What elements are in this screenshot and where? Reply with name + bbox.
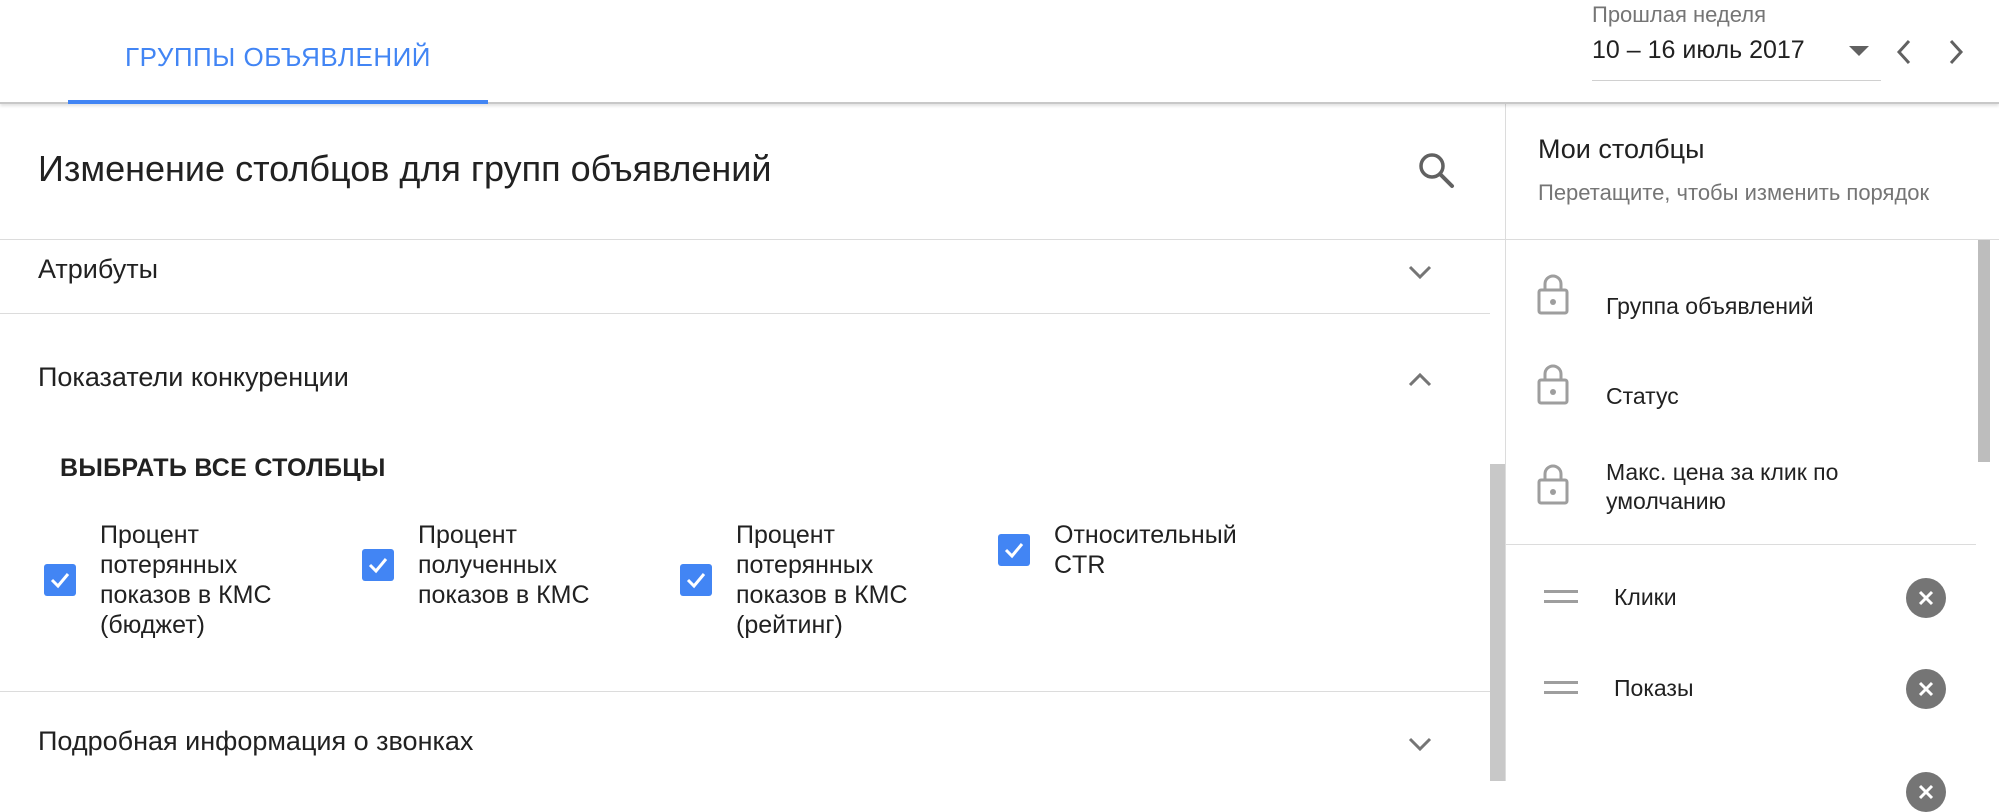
section-competitive-metrics[interactable]: Показатели конкуренции <box>0 314 1490 414</box>
checkbox-checked[interactable] <box>680 564 712 596</box>
checkbox-lost-impressions-budget[interactable]: Процент потерянных показов в КМС (бюджет… <box>44 520 310 640</box>
tab-ad-groups-label: ГРУППЫ ОБЪЯВЛЕНИЙ <box>124 41 431 72</box>
chevron-down-icon <box>1408 737 1432 752</box>
checkbox-checked[interactable] <box>362 549 394 581</box>
checkbox-label: Процент потерянных показов в КМС (бюджет… <box>100 521 272 639</box>
checkbox-relative-ctr[interactable]: Относительный CTR <box>998 520 1264 580</box>
date-range-value: 10 – 16 июль 2017 <box>1592 36 1805 64</box>
checkbox-label: Процент потерянных показов в КМС (рейтин… <box>736 521 908 639</box>
selected-column-clicks[interactable]: Клики <box>1506 574 1976 644</box>
previous-period-button[interactable] <box>1884 30 1924 74</box>
column-editor-panel: Изменение столбцов для групп объявлений … <box>0 104 1505 781</box>
drag-handle-icon[interactable] <box>1544 681 1578 695</box>
chevron-down-icon <box>1408 265 1432 280</box>
my-columns-subtitle: Перетащите, чтобы изменить порядок <box>1538 180 1930 205</box>
remove-column-button[interactable] <box>1906 578 1946 618</box>
chevron-left-icon <box>1896 39 1911 65</box>
checkmark-icon <box>368 558 388 574</box>
remove-column-button[interactable] <box>1906 669 1946 709</box>
checkmark-icon <box>1004 543 1024 559</box>
my-columns-divider <box>1506 239 1999 240</box>
my-columns-title: Мои столбцы <box>1538 134 1705 164</box>
section-call-details[interactable]: Подробная информация о звонках <box>0 692 1490 781</box>
remove-column-button[interactable] <box>1906 772 1946 812</box>
checkbox-label: Процент полученных показов в КМС <box>418 521 590 609</box>
chevron-up-icon <box>1408 372 1432 387</box>
chevron-right-icon <box>1949 39 1964 65</box>
close-icon <box>1918 784 1934 800</box>
checkbox-lost-impressions-rank[interactable]: Процент потерянных показов в КМС (рейтин… <box>680 520 946 640</box>
top-bar: ГРУППЫ ОБЪЯВЛЕНИЙ Прошлая неделя 10 – 16… <box>0 0 1999 104</box>
selected-column-impressions[interactable]: Показы <box>1506 665 1976 735</box>
section-attributes-label: Атрибуты <box>38 254 159 284</box>
checkmark-icon <box>686 573 706 589</box>
checkbox-checked[interactable] <box>998 534 1030 566</box>
my-columns-panel: Мои столбцы Перетащите, чтобы изменить п… <box>1505 104 1999 812</box>
dropdown-arrow-icon[interactable] <box>1849 46 1869 56</box>
locked-column-label: Группа объявлений <box>1606 293 1814 319</box>
date-range-picker[interactable]: Прошлая неделя 10 – 16 июль 2017 <box>1592 0 1881 81</box>
lock-icon <box>1537 364 1569 405</box>
tab-ad-groups[interactable]: ГРУППЫ ОБЪЯВЛЕНИЙ <box>68 0 488 104</box>
locked-column-ad-group: Группа объявлений <box>1506 272 1976 342</box>
selected-column-label: Клики <box>1614 584 1677 610</box>
close-icon <box>1918 590 1934 606</box>
search-button[interactable] <box>1414 148 1458 192</box>
selected-column-partial[interactable] <box>1506 754 1976 812</box>
checkbox-checked[interactable] <box>44 564 76 596</box>
close-icon <box>1918 681 1934 697</box>
lock-icon <box>1537 464 1569 505</box>
checkbox-received-impressions[interactable]: Процент полученных показов в КМС <box>362 520 628 610</box>
locked-column-label: Статус <box>1606 383 1679 409</box>
locked-column-status: Статус <box>1506 362 1976 432</box>
next-period-button[interactable] <box>1936 30 1976 74</box>
locked-column-label: Макс. цена за клик по умолчанию <box>1606 459 1839 514</box>
selected-column-label: Показы <box>1614 675 1694 701</box>
panel-title: Изменение столбцов для групп объявлений <box>38 148 772 189</box>
section-attributes[interactable]: Атрибуты <box>0 240 1490 316</box>
select-all-columns-link[interactable]: ВЫБРАТЬ ВСЕ СТОЛБЦЫ <box>60 454 386 483</box>
checkmark-icon <box>50 573 70 589</box>
date-range-caption: Прошлая неделя <box>1592 2 1767 27</box>
checkbox-label: Относительный CTR <box>1054 521 1237 579</box>
locked-column-max-cpc: Макс. цена за клик по умолчанию <box>1506 458 1976 538</box>
section-competitive-metrics-label: Показатели конкуренции <box>38 362 349 392</box>
scrollbar[interactable] <box>1978 240 1990 462</box>
scrollbar[interactable] <box>1490 464 1505 781</box>
locked-divider <box>1506 544 1976 545</box>
section-call-details-label: Подробная информация о звонках <box>38 726 474 756</box>
lock-icon <box>1537 274 1569 315</box>
tab-active-indicator <box>68 100 488 104</box>
search-icon <box>1419 153 1454 188</box>
drag-handle-icon[interactable] <box>1544 590 1578 604</box>
